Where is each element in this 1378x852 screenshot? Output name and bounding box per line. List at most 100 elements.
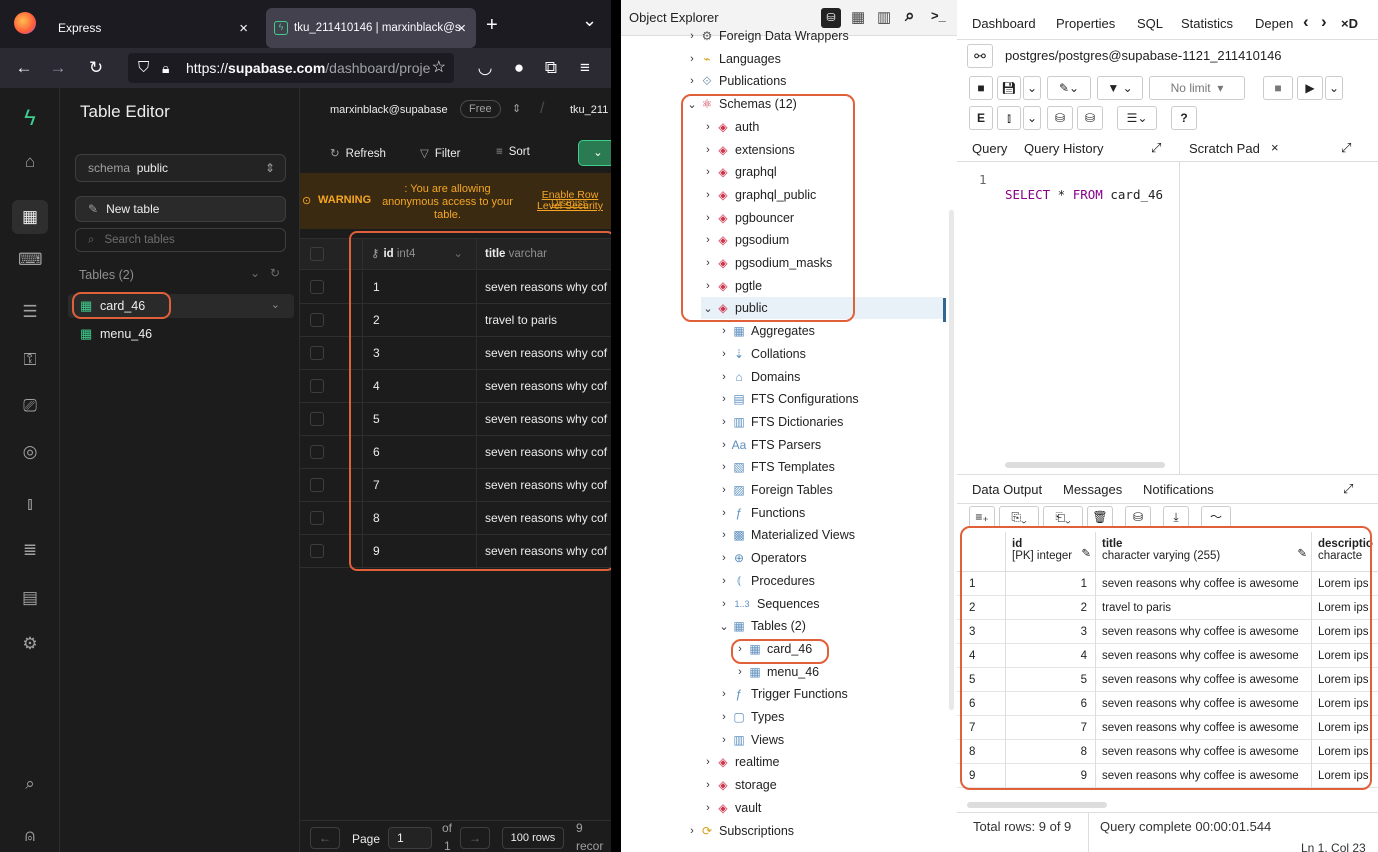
cell-id[interactable]: 8 [1005,740,1095,764]
tab-properties[interactable]: Properties [1056,16,1115,31]
expand-icon[interactable]: ⤢ [1343,481,1353,497]
cell-title[interactable]: seven reasons why cof [476,535,611,567]
chevron-icon[interactable]: › [685,75,699,87]
cell-title[interactable]: seven reasons why coffee is awesome [1095,572,1311,596]
chevron-icon[interactable]: › [717,529,731,541]
cell-title[interactable]: seven reasons why cof [476,436,611,468]
chevron-icon[interactable]: › [717,734,731,746]
tab-query[interactable]: Query [972,141,1007,156]
explain-dropdown-icon[interactable]: ⌄ [1023,106,1041,130]
url-field[interactable]: ⛉ 🔒︎ https://supabase.com/dashboard/proj… [128,53,454,83]
new-table-button[interactable]: ✎ New table [75,196,286,222]
cell-id[interactable]: 8 [362,502,475,534]
filter-icon[interactable]: ▼ ⌄ [1097,76,1143,100]
table-editor-icon[interactable]: ▦ [12,200,48,234]
cell-description[interactable]: Lorem ips [1311,740,1378,764]
cell-title[interactable]: seven reasons why cof [476,271,611,303]
table-row[interactable]: 9 seven reasons why cof [300,535,611,568]
chevron-icon[interactable]: › [701,802,715,814]
table-row[interactable]: 4 seven reasons why cof [300,370,611,403]
connection-icon[interactable]: ⚯ [967,44,993,68]
tab-data-output[interactable]: Data Output [972,482,1042,497]
chevron-icon[interactable]: › [717,507,731,519]
chevron-icon[interactable]: › [717,348,731,360]
chevron-icon[interactable]: › [717,325,731,337]
tree-node-menu-46[interactable]: › ▦ menu_46 [733,661,819,683]
tab-dashboard[interactable]: Dashboard [972,16,1036,31]
chevron-icon[interactable]: › [685,825,699,837]
row-checkbox[interactable] [310,280,324,294]
view-data-icon[interactable]: ▦ [851,8,865,26]
insert-dropdown-button[interactable]: ⌄ [578,140,611,166]
filtered-rows-icon[interactable]: ▥ [877,8,891,26]
cell-id[interactable]: 2 [1005,596,1095,620]
cell-description[interactable]: Lorem ips [1311,716,1378,740]
cell-title[interactable]: seven reasons why cof [476,403,611,435]
search-icon[interactable]: ⌕ [18,772,42,796]
chevron-icon[interactable]: ⌄ [701,302,715,315]
tree-node-functions[interactable]: › ƒ Functions [717,502,805,524]
tree-node-aggregates[interactable]: › ▦ Aggregates [717,320,815,342]
execute-icon[interactable]: ▶ [1297,76,1323,100]
chevron-icon[interactable]: › [701,756,715,768]
paste-icon[interactable]: ⎗⌄ [1043,506,1083,528]
table-row[interactable]: 7 seven reasons why cof [300,469,611,502]
sort-button[interactable]: ≡ Sort [496,146,530,158]
row-checkbox[interactable] [310,478,324,492]
project-name[interactable]: tku_211 [570,104,608,116]
cell-description[interactable]: Lorem ips [1311,644,1378,668]
cell-description[interactable]: Lorem ips [1311,692,1378,716]
cell-title[interactable]: seven reasons why coffee is awesome [1095,740,1311,764]
tree-node-trigger-functions[interactable]: › ƒ Trigger Functions [717,683,848,705]
save-dropdown-icon[interactable]: ⌄ [1023,76,1041,100]
back-icon[interactable]: ← [14,56,34,80]
bookmark-star-icon[interactable]: ☆ [432,53,446,83]
cell-id[interactable]: 4 [362,370,475,402]
collapse-icon[interactable]: ⌄ [250,266,260,280]
tree-node-realtime[interactable]: › ◈ realtime [701,751,779,773]
chevron-icon[interactable]: › [701,257,715,269]
tree-node-graphql[interactable]: › ◈ graphql [701,161,777,183]
column-header-title[interactable]: title character varying (255) ✎ [1095,532,1311,572]
database-icon[interactable]: ☰ [18,300,42,324]
row-checkbox[interactable] [310,412,324,426]
refresh-icon[interactable]: ↻ [270,266,280,280]
firefox-logo-icon[interactable] [14,12,36,34]
tree-node-public[interactable]: ⌄ ◈ public [701,297,943,320]
page-input[interactable]: 1 [388,827,432,849]
result-row[interactable]: 4 4 seven reasons why coffee is awesome Lor… [957,644,1378,668]
cell-title[interactable]: seven reasons why cof [476,502,611,534]
next-page-button[interactable]: → [460,827,490,849]
chevron-icon[interactable]: › [701,212,715,224]
add-row-icon[interactable]: ≡₊ [969,506,995,528]
table-row[interactable]: 1 seven reasons why cof [300,271,611,304]
user-icon[interactable]: ⍝ [18,824,42,848]
tab-express[interactable]: Express × [50,8,258,48]
column-header-title[interactable]: title varchar [476,239,611,270]
explain-icon[interactable]: E [969,106,993,130]
tab-dependencies[interactable]: Depen [1255,16,1293,31]
row-checkbox[interactable] [310,445,324,459]
tree-node-pgtle[interactable]: › ◈ pgtle [701,275,762,297]
explain-analyze-icon[interactable]: ⫾ [997,106,1021,130]
chevron-down-icon[interactable]: ⌄ [271,298,280,311]
chevron-icon[interactable]: › [701,189,715,201]
cell-id[interactable]: 5 [1005,668,1095,692]
table-item-menu-46[interactable]: ▦ menu_46 [68,322,294,346]
tree-node-schemas-12[interactable]: ⌄ ⚛ Schemas (12) [685,93,796,115]
pocket-icon[interactable]: ◡ [474,56,496,80]
chevron-icon[interactable]: › [717,688,731,700]
column-header-id[interactable]: ⚷ id int4 ⌄ [362,239,475,270]
chevron-icon[interactable]: › [733,666,747,678]
column-header-description[interactable]: descriptio characte [1311,532,1378,572]
supabase-logo-icon[interactable]: ϟ [18,106,42,130]
settings-icon[interactable]: ⚙ [18,632,42,656]
cell-title[interactable]: seven reasons why cof [476,469,611,501]
tree-node-operators[interactable]: › ⊕ Operators [717,547,806,569]
cell-title[interactable]: travel to paris [1095,596,1311,620]
tab-scratch-pad[interactable]: Scratch Pad [1189,141,1260,156]
open-file-icon[interactable]: ■ [969,76,993,100]
row-checkbox[interactable] [310,511,324,525]
chevron-icon[interactable]: › [717,484,731,496]
tree-node-publications[interactable]: › ⟐ Publications [685,70,786,92]
